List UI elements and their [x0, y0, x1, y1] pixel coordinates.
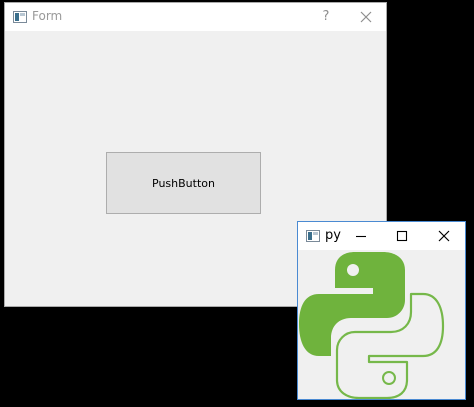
py-window: py [297, 221, 466, 400]
maximize-icon [396, 230, 408, 242]
maximize-button[interactable] [391, 226, 413, 246]
close-icon [360, 11, 372, 23]
form-titlebar[interactable]: Form ? [5, 3, 386, 31]
python-logo [299, 252, 445, 399]
close-button[interactable] [355, 7, 377, 27]
python-logo-bottom-eye [382, 371, 396, 385]
close-button[interactable] [433, 226, 455, 246]
python-logo-top-eye [347, 264, 359, 276]
qt-window-icon [13, 11, 27, 23]
qt-window-icon [306, 230, 320, 242]
minimize-button[interactable] [350, 226, 372, 246]
window-title: Form [32, 9, 63, 23]
py-client-area [298, 250, 465, 399]
help-button[interactable]: ? [316, 7, 336, 27]
window-title: py [325, 228, 341, 243]
push-button[interactable]: PushButton [106, 152, 261, 214]
minimize-icon [356, 235, 366, 238]
py-titlebar[interactable]: py [298, 222, 465, 250]
close-icon [438, 230, 450, 242]
